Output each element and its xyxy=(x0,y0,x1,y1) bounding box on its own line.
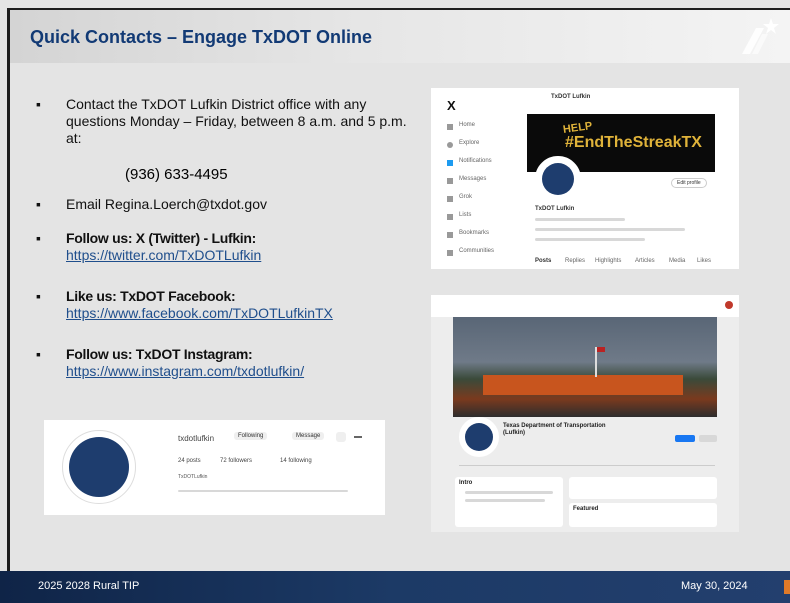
fb-message-button[interactable] xyxy=(699,435,717,442)
bullet-marker: ▪ xyxy=(36,288,41,304)
home-icon xyxy=(447,124,453,130)
twitter-link[interactable]: https://twitter.com/TxDOTLufkin xyxy=(66,247,426,264)
bookmarks-icon xyxy=(447,232,453,238)
footer-accent xyxy=(784,580,790,594)
fb-follow-button[interactable] xyxy=(675,435,695,442)
slide: Quick Contacts – Engage TxDOT Online ▪ C… xyxy=(0,0,790,603)
fb-intro-heading: Intro xyxy=(459,480,473,486)
frame-top-border xyxy=(7,8,790,10)
x-profile-name-top: TxDOT Lufkin xyxy=(551,94,591,100)
notifications-icon xyxy=(447,160,453,166)
fb-intro-line xyxy=(465,491,553,494)
x-tab[interactable]: Articles xyxy=(635,258,655,264)
messages-icon xyxy=(447,178,453,184)
fb-topbar xyxy=(431,295,739,317)
x-tab[interactable]: Highlights xyxy=(595,258,621,264)
frame-left-border xyxy=(7,8,10,571)
ig-avatar xyxy=(62,430,136,504)
contact-text: Contact the TxDOT Lufkin District office… xyxy=(66,96,407,146)
ig-posts-count: 24 posts xyxy=(178,458,201,464)
ig-followed-by-line xyxy=(178,490,348,492)
fb-divider xyxy=(459,465,715,466)
x-nav-item: Communities xyxy=(459,248,495,254)
facebook-page-screenshot: Texas Department of Transportation (Lufk… xyxy=(431,295,739,532)
email-bullet: ▪ Email Regina.Loerch@txdot.gov xyxy=(36,196,426,213)
fb-intro-line xyxy=(465,499,545,502)
x-nav-item: Lists xyxy=(459,212,472,218)
ig-add-user-icon[interactable] xyxy=(336,432,346,442)
edit-profile-button[interactable]: Edit profile xyxy=(671,178,707,188)
title-bar: Quick Contacts – Engage TxDOT Online xyxy=(10,10,790,63)
x-nav-item: Bookmarks xyxy=(459,230,490,236)
x-profile-screenshot: X Home Explore Notifications Messages Gr… xyxy=(431,88,739,269)
fb-cover-building xyxy=(483,375,683,395)
twitter-bullet: ▪ Follow us: X (Twitter) - Lufkin: https… xyxy=(36,230,426,264)
x-tab[interactable]: Posts xyxy=(535,258,551,264)
bullet-marker: ▪ xyxy=(36,96,41,112)
fb-cover-flag xyxy=(597,347,605,352)
slide-title: Quick Contacts – Engage TxDOT Online xyxy=(30,27,373,47)
bullet-marker: ▪ xyxy=(36,196,41,212)
x-tab[interactable]: Likes xyxy=(697,258,711,264)
communities-icon xyxy=(447,250,453,256)
phone-number: (936) 633-4495 xyxy=(125,166,228,183)
x-nav-item: Notifications xyxy=(459,158,492,164)
fb-page-name: Texas Department of Transportation (Lufk… xyxy=(503,423,606,436)
x-nav-item: Explore xyxy=(459,140,480,146)
x-nav-icons xyxy=(447,124,453,256)
x-bio-line xyxy=(535,218,625,221)
txdot-logo-icon xyxy=(69,437,129,497)
ig-more-icon[interactable] xyxy=(354,436,362,438)
fb-intro-card: Intro xyxy=(455,477,563,527)
fb-avatar xyxy=(459,417,499,457)
footer-document-title: 2025 2028 Rural TIP xyxy=(38,580,140,592)
fb-featured-card: Featured xyxy=(569,503,717,527)
x-profile-name: TxDOT Lufkin xyxy=(535,206,575,212)
fb-featured-heading: Featured xyxy=(573,506,599,512)
instagram-link[interactable]: https://www.instagram.com/txdotlufkin/ xyxy=(66,363,426,380)
ig-display-name: TxDOTLufkin xyxy=(178,474,208,480)
email-text: Email Regina.Loerch@txdot.gov xyxy=(66,196,267,212)
facebook-bullet: ▪ Like us: TxDOT Facebook: https://www.f… xyxy=(36,288,426,322)
explore-icon xyxy=(447,142,453,148)
bullet-marker: ▪ xyxy=(36,346,41,362)
bullet-marker: ▪ xyxy=(36,230,41,246)
twitter-heading: Follow us: X (Twitter) - Lufkin: xyxy=(66,230,257,246)
ig-handle: txdotlufkin xyxy=(178,434,215,443)
txdot-logo-icon xyxy=(465,423,493,451)
x-avatar xyxy=(535,156,581,202)
x-nav-item: Home xyxy=(459,122,476,128)
x-nav-item: Grok xyxy=(459,194,473,200)
fb-post-box xyxy=(569,477,717,499)
fb-notification-icon xyxy=(725,301,733,309)
txdot-logo-icon xyxy=(542,163,574,195)
instagram-heading: Follow us: TxDOT Instagram: xyxy=(66,346,253,362)
banner-hashtag: #EndTheStreakTX xyxy=(565,134,702,151)
facebook-heading: Like us: TxDOT Facebook: xyxy=(66,288,236,304)
instagram-profile-screenshot: txdotlufkin Following Message 24 posts 7… xyxy=(44,420,385,515)
ig-following-count[interactable]: 14 following xyxy=(280,458,312,464)
ig-followers-count[interactable]: 72 followers xyxy=(220,458,252,464)
facebook-link[interactable]: https://www.facebook.com/TxDOTLufkinTX xyxy=(66,305,426,322)
x-bio-line xyxy=(535,228,685,231)
contact-bullet: ▪ Contact the TxDOT Lufkin District offi… xyxy=(36,96,426,147)
grok-icon xyxy=(447,196,453,202)
x-logo: X xyxy=(447,98,456,113)
ig-message-button[interactable]: Message xyxy=(292,432,325,440)
footer-date: May 30, 2024 xyxy=(681,580,748,592)
instagram-bullet: ▪ Follow us: TxDOT Instagram: https://ww… xyxy=(36,346,426,380)
x-tab[interactable]: Replies xyxy=(565,258,585,264)
footer-bar: 2025 2028 Rural TIP May 30, 2024 xyxy=(0,571,790,603)
x-tab[interactable]: Media xyxy=(669,258,685,264)
ig-following-button[interactable]: Following xyxy=(234,432,268,440)
x-nav-item: Messages xyxy=(459,176,487,182)
x-bio-line xyxy=(535,238,645,241)
txdot-star-logo-icon xyxy=(742,18,779,54)
lists-icon xyxy=(447,214,453,220)
fb-cover-photo xyxy=(453,317,717,417)
